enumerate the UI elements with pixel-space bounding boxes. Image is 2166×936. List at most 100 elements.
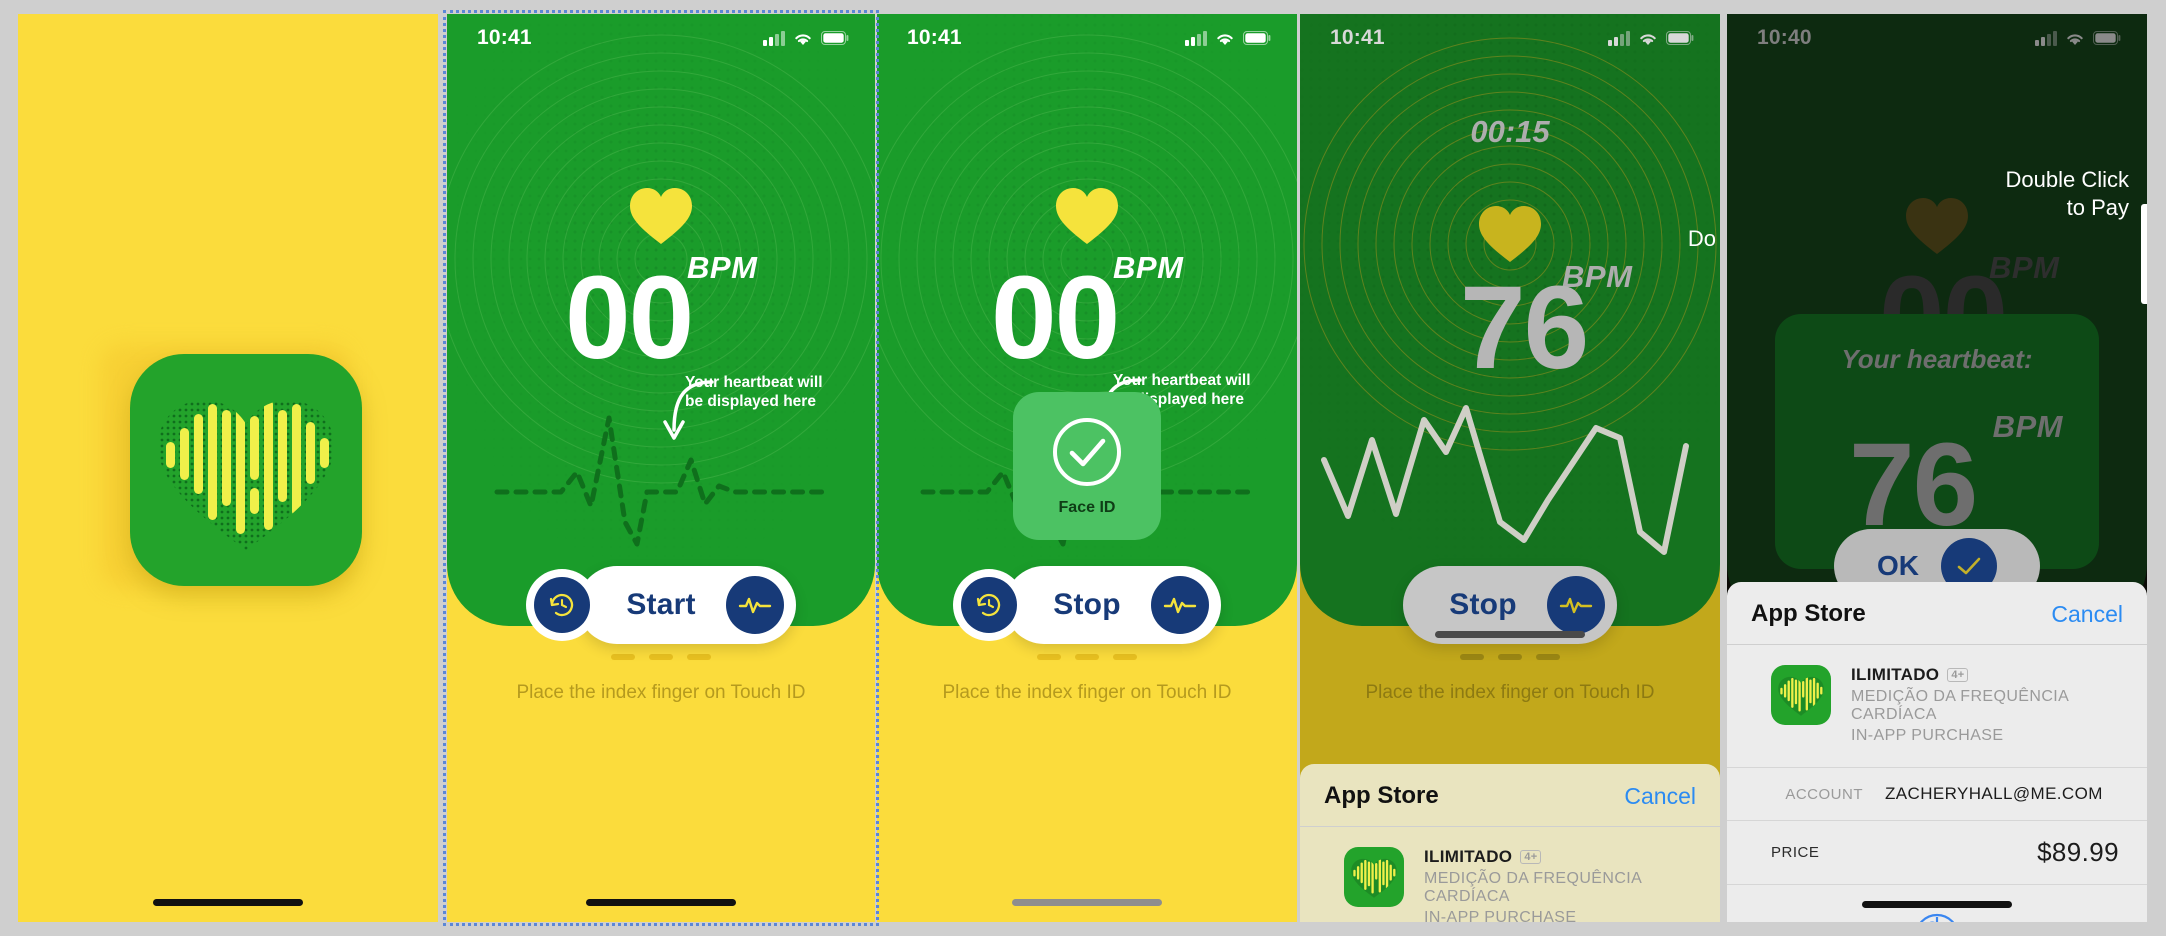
action-row: Start <box>447 566 875 644</box>
history-clock-icon <box>961 577 1018 633</box>
history-button[interactable] <box>526 569 599 641</box>
panel-faceid: BPM 00 Your heartbeat will be displayed … <box>877 14 1297 922</box>
heart-bars-artwork <box>130 354 362 586</box>
stop-button[interactable]: Stop <box>1005 566 1221 644</box>
wifi-icon <box>795 33 811 45</box>
heartbeat-callout: Your heartbeat will be displayed here <box>685 374 823 412</box>
wifi-icon <box>1217 33 1233 45</box>
product-icon-art <box>1778 676 1824 716</box>
product-text: ILIMITADO 4+ MEDIÇÃO DA FREQUÊNCIA CARDÍ… <box>1851 665 2123 745</box>
faceid-caption: Face ID <box>1058 499 1116 516</box>
ecg-live-waveform <box>1321 405 1689 555</box>
product-name-row: ILIMITADO 4+ <box>1851 665 2123 685</box>
result-title: Your heartbeat: <box>1841 344 2033 374</box>
status-time: 10:41 <box>477 26 532 49</box>
callout-line-1: Your heartbeat will <box>1113 372 1251 389</box>
result-bpm-value: 76 <box>1849 419 1978 551</box>
progress-dashes <box>1037 654 1137 660</box>
sheet-title: App Store <box>1751 600 1866 627</box>
check-glyph <box>1957 557 1981 575</box>
cellular-icon <box>2035 30 2057 46</box>
ilimitado-app-icon[interactable] <box>130 354 362 586</box>
measurement-timer: 00:15 <box>1470 114 1550 149</box>
app-main-screen: 00:15 BPM 76 <box>1300 14 1720 626</box>
action-row: Stop <box>877 566 1297 644</box>
product-icon-art <box>1351 858 1397 898</box>
check-circle-icon <box>1053 418 1121 486</box>
product-icon <box>1771 665 1831 725</box>
app-store-sheet: App Store Cancel ILIMITADO 4+ MEDIÇÃO DA… <box>1727 582 2147 922</box>
bpm-value: 76 <box>1460 262 1589 394</box>
status-icons <box>1608 30 1694 46</box>
battery-icon <box>821 31 849 45</box>
product-subtitle: MEDIÇÃO DA FREQUÊNCIA CARDÍACA <box>1424 870 1642 905</box>
panel-measuring: 00:15 BPM 76 10:41 Do Stop Place the ind… <box>1300 14 1720 922</box>
sheet-header: App Store Cancel <box>1727 582 2147 645</box>
bpm-value: 00 <box>991 252 1120 384</box>
status-time: 10:41 <box>907 26 962 49</box>
product-row: ILIMITADO 4+ MEDIÇÃO DA FREQUÊNCIA CARDÍ… <box>1300 827 1720 922</box>
status-bar: 10:41 <box>1300 14 1720 62</box>
status-bar: 10:41 <box>447 14 875 62</box>
pulse-glyph <box>738 597 771 614</box>
start-button[interactable]: Start <box>578 566 796 644</box>
bpm-label: BPM <box>1113 250 1184 285</box>
product-name: ILIMITADO <box>1851 665 1940 684</box>
price-key: PRICE <box>1771 844 1820 861</box>
pulse-glyph <box>1163 597 1196 614</box>
history-clock-icon <box>534 577 591 633</box>
battery-icon <box>1666 31 1694 45</box>
home-indicator <box>1862 901 2012 908</box>
status-bar: 10:40 <box>1727 14 2147 62</box>
home-indicator <box>1012 899 1162 906</box>
double-click-line-1: Double Click <box>2005 167 2130 192</box>
heart-icon <box>1906 198 1968 254</box>
product-subtitle: MEDIÇÃO DA FREQUÊNCIA CARDÍACA <box>1851 688 2069 723</box>
product-row: ILIMITADO 4+ MEDIÇÃO DA FREQUÊNCIA CARDÍ… <box>1727 645 2147 768</box>
progress-dashes <box>611 654 711 660</box>
heartbeat-pulse-icon <box>725 576 784 634</box>
clock-rewind-glyph <box>977 593 1001 617</box>
wifi-icon <box>1640 33 1656 45</box>
heartbeat-pulse-icon <box>1150 576 1209 634</box>
touch-id-hint: Place the index finger on Touch ID <box>942 682 1232 703</box>
panel-payment: BPM 00 10:40 <box>1727 14 2147 922</box>
callout-line-2: be displayed here <box>685 392 816 410</box>
screenshot-board: BPM 00 Your heartbeat will be displayed … <box>0 0 2166 936</box>
result-value-area: BPM 76 <box>1801 375 2073 544</box>
history-button[interactable] <box>953 569 1026 641</box>
app-main-screen: BPM 00 Your heartbeat will be displayed … <box>447 14 875 626</box>
stop-button-label: Stop <box>1053 588 1121 621</box>
sheet-title: App Store <box>1324 782 1439 809</box>
bpm-label: BPM <box>687 250 758 285</box>
heart-icon <box>1056 188 1118 244</box>
price-value: $89.99 <box>2037 837 2119 867</box>
cellular-icon <box>763 30 785 46</box>
clock-rewind-glyph <box>550 593 574 617</box>
heart-bars-svg <box>158 400 334 550</box>
account-value: ZACHERYHALL@ME.COM <box>1885 784 2103 803</box>
status-time: 10:41 <box>1330 26 1385 49</box>
result-card: Your heartbeat: BPM 76 OK <box>1775 314 2099 603</box>
home-indicator <box>153 899 303 906</box>
age-rating-badge: 4+ <box>1947 668 1969 682</box>
account-row: ACCOUNT ZACHERYHALL@ME.COM <box>1727 768 2147 821</box>
bpm-value: 00 <box>565 252 694 384</box>
status-icons <box>2035 30 2121 46</box>
cellular-icon <box>1608 30 1630 46</box>
product-icon <box>1344 847 1404 907</box>
app-store-sheet: App Store Cancel ILIMITADO 4+ MEDIÇÃO DA… <box>1300 764 1720 922</box>
status-icons <box>1185 30 1271 46</box>
cellular-icon <box>1185 30 1207 46</box>
sheet-cancel-button[interactable]: Cancel <box>2051 601 2123 628</box>
account-key: ACCOUNT <box>1785 785 1863 803</box>
panel-idle: BPM 00 Your heartbeat will be displayed … <box>447 14 875 922</box>
heartbeat-result-dialog: Your heartbeat: BPM 76 OK <box>1775 314 2099 603</box>
side-button-icon <box>1919 913 1955 922</box>
callout-line-1: Your heartbeat will <box>685 374 823 391</box>
home-indicator <box>1435 631 1585 638</box>
touch-id-hint: Place the index finger on Touch ID <box>1365 682 1655 703</box>
home-indicator <box>586 899 736 906</box>
sheet-cancel-button[interactable]: Cancel <box>1624 783 1696 810</box>
status-bar: 10:41 <box>877 14 1297 62</box>
